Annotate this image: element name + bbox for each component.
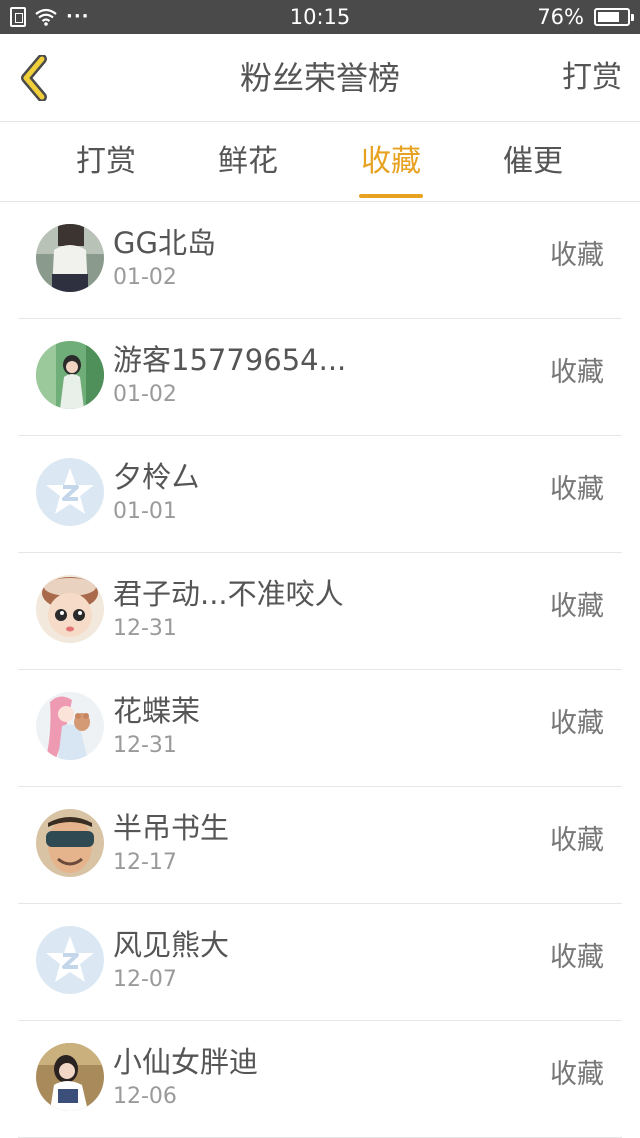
user-photo-icon: [36, 1043, 104, 1111]
date-label: 01-01: [113, 499, 177, 524]
status-bar: ··· 10:15 76%: [0, 0, 640, 34]
date-label: 12-17: [113, 850, 177, 875]
default-star-avatar-icon: [36, 926, 104, 994]
back-button[interactable]: [10, 50, 60, 106]
user-name: 半吊书生: [113, 811, 230, 845]
user-photo-icon: [36, 692, 104, 760]
list-item[interactable]: 花蝶茉 12-31 收藏: [0, 670, 640, 787]
favorite-label: 收藏: [550, 240, 604, 271]
list-item[interactable]: 小仙女胖迪 12-06 收藏: [0, 1021, 640, 1138]
date-label: 01-02: [113, 265, 177, 290]
tab-reward[interactable]: 打赏: [56, 122, 156, 202]
date-label: 12-31: [113, 733, 177, 758]
avatar[interactable]: [36, 692, 104, 760]
favorite-label: 收藏: [550, 825, 604, 856]
favorite-label: 收藏: [550, 474, 604, 505]
user-photo-icon: [36, 224, 104, 292]
default-star-avatar-icon: [36, 458, 104, 526]
list-item[interactable]: 君子动...不准咬人 12-31 收藏: [0, 553, 640, 670]
page-title: 粉丝荣誉榜: [239, 59, 400, 97]
user-photo-icon: [36, 809, 104, 877]
status-right: 76%: [537, 0, 634, 34]
date-label: 12-06: [113, 1084, 177, 1109]
battery-percent: 76%: [537, 5, 584, 29]
chevron-left-icon: [21, 55, 47, 101]
user-name: 风见熊大: [113, 928, 230, 962]
reward-button[interactable]: 打赏: [562, 34, 622, 122]
user-name: 小仙女胖迪: [113, 1045, 259, 1079]
tab-label: 打赏: [76, 144, 136, 179]
user-name: 君子动...不准咬人: [113, 577, 344, 611]
tab-favorites[interactable]: 收藏: [341, 122, 441, 202]
user-photo-icon: [36, 341, 104, 409]
avatar[interactable]: [36, 458, 104, 526]
active-tab-indicator: [359, 194, 423, 198]
tab-flowers[interactable]: 鲜花: [198, 122, 298, 202]
favorite-label: 收藏: [550, 357, 604, 388]
user-name: 夕柃厶: [113, 460, 201, 494]
avatar[interactable]: [36, 809, 104, 877]
list-item[interactable]: 半吊书生 12-17 收藏: [0, 787, 640, 904]
list-item[interactable]: 夕柃厶 01-01 收藏: [0, 436, 640, 553]
tab-label: 收藏: [361, 144, 421, 179]
avatar[interactable]: [36, 1043, 104, 1111]
favorite-label: 收藏: [550, 708, 604, 739]
app-header: 粉丝荣誉榜 打赏: [0, 34, 640, 122]
battery-icon: [594, 8, 634, 26]
list-item[interactable]: 风见熊大 12-07 收藏: [0, 904, 640, 1021]
avatar[interactable]: [36, 926, 104, 994]
favorite-label: 收藏: [550, 591, 604, 622]
avatar[interactable]: [36, 575, 104, 643]
favorite-label: 收藏: [550, 942, 604, 973]
date-label: 01-02: [113, 382, 177, 407]
fan-list: GG北岛 01-02 收藏 游客15779654... 01-02 收藏 夕柃厶…: [0, 202, 640, 1138]
tab-label: 催更: [503, 144, 563, 179]
battery-fill: [598, 12, 619, 22]
tab-label: 鲜花: [218, 144, 278, 179]
user-photo-icon: [36, 575, 104, 643]
date-label: 12-07: [113, 967, 177, 992]
user-name: GG北岛: [113, 226, 216, 260]
favorite-label: 收藏: [550, 1059, 604, 1090]
avatar[interactable]: [36, 341, 104, 409]
list-item[interactable]: 游客15779654... 01-02 收藏: [0, 319, 640, 436]
tab-urge-update[interactable]: 催更: [483, 122, 583, 202]
avatar[interactable]: [36, 224, 104, 292]
tab-bar: 打赏 鲜花 收藏 催更: [0, 122, 640, 202]
user-name: 游客15779654...: [113, 343, 347, 377]
user-name: 花蝶茉: [113, 694, 201, 728]
list-item[interactable]: GG北岛 01-02 收藏: [0, 202, 640, 319]
date-label: 12-31: [113, 616, 177, 641]
